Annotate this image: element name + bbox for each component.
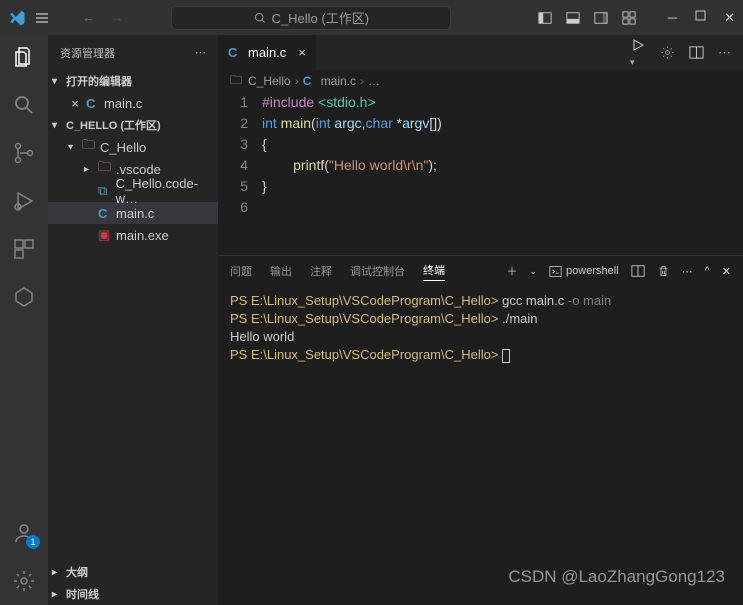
vscode-logo-icon [8,9,26,27]
folder-icon: 🗀 [98,158,112,180]
code-editor[interactable]: 123456 #include <stdio.h> int main(int a… [218,92,743,255]
nav-back-icon[interactable]: ← [82,10,95,25]
nav-forward-icon[interactable]: → [111,10,124,25]
panel-tab-comments[interactable]: 注释 [310,263,332,279]
run-icon[interactable]: ▾ [630,37,646,68]
split-editor-icon[interactable] [689,45,704,60]
breadcrumb[interactable]: 🗀 C_Hello › C main.c › … [218,70,743,92]
maximize-panel-icon[interactable]: ^ [705,265,710,277]
chevron-down-icon: ▾ [52,120,62,131]
chevron-down-icon: ▾ [52,76,62,87]
remote-icon[interactable] [12,285,36,309]
window-close-icon[interactable]: ✕ [724,10,735,26]
open-editor-item[interactable]: × C main.c [48,92,218,114]
file-row[interactable]: ▣ main.exe [48,224,218,246]
sidebar-title: 资源管理器 [60,45,115,61]
accounts-badge: 1 [26,535,40,549]
file-c-icon: C [98,206,112,221]
file-exe-icon: ▣ [98,227,112,243]
new-terminal-icon[interactable]: ＋ [506,263,517,279]
extensions-icon[interactable] [12,237,36,261]
editor-area: C main.c × ▾ ⋯ 🗀 C_Hello › C main.c › … … [218,35,743,605]
file-c-icon: C [228,45,242,60]
split-terminal-icon[interactable] [631,264,645,278]
file-row[interactable]: ⧉ C_Hello.code-w… [48,180,218,202]
file-code-icon: ⧉ [98,183,112,199]
menu-icon[interactable] [34,10,50,26]
shell-kind-icon[interactable]: powershell [549,265,619,278]
close-editor-icon[interactable]: × [68,96,82,111]
layout-sidebar-left-icon[interactable] [538,11,552,25]
timeline-section[interactable]: ▸ 时间线 [48,583,218,605]
layout-panel-icon[interactable] [566,11,580,25]
run-debug-icon[interactable] [12,189,36,213]
close-panel-icon[interactable]: ✕ [722,265,731,278]
sidebar-more-icon[interactable]: ⋯ [195,46,206,59]
line-number-gutter: 123456 [218,92,262,255]
close-tab-icon[interactable]: × [298,45,306,60]
outline-section[interactable]: ▸ 大纲 [48,561,218,583]
chevron-right-icon: ▸ [84,164,94,175]
folder-icon: 🗀 [230,71,244,92]
settings-icon[interactable] [660,45,675,60]
chevron-right-icon: ▸ [52,567,62,578]
settings-gear-icon[interactable] [12,569,36,593]
source-control-icon[interactable] [12,141,36,165]
editor-tab[interactable]: C main.c × [218,35,317,70]
panel-more-icon[interactable]: ⋯ [682,265,693,278]
code-lines[interactable]: #include <stdio.h> int main(int argc,cha… [262,92,743,255]
window-minimize-icon[interactable]: ─ [668,10,677,26]
terminal-cursor [502,349,510,363]
window-maximize-icon[interactable] [695,10,706,26]
panel-tab-debug[interactable]: 调试控制台 [350,263,405,279]
terminal-dropdown-icon[interactable]: ⌄ [529,266,537,277]
bottom-panel: 问题 输出 注释 调试控制台 终端 ＋ ⌄ powershell ⋯ ^ ✕ P… [218,255,743,605]
command-center-search[interactable]: C_Hello (工作区) [171,6,451,30]
more-actions-icon[interactable]: ⋯ [718,45,731,61]
chevron-down-icon: ▾ [68,142,78,153]
panel-tabs: 问题 输出 注释 调试控制台 终端 ＋ ⌄ powershell ⋯ ^ ✕ [218,256,743,286]
accounts-icon[interactable]: 1 [12,521,36,545]
titlebar: ← → C_Hello (工作区) ─ ✕ [0,0,743,35]
layout-sidebar-right-icon[interactable] [594,11,608,25]
folder-row[interactable]: ▾ 🗀 C_Hello [48,136,218,158]
chevron-right-icon: ▸ [52,589,62,600]
search-activity-icon[interactable] [12,93,36,117]
terminal[interactable]: PS E:\Linux_Setup\VSCodeProgram\C_Hello>… [218,286,743,605]
workspace-section[interactable]: ▾ C_HELLO (工作区) [48,114,218,136]
activity-bar: 1 [0,35,48,605]
chevron-right-icon: › [360,74,364,88]
file-c-icon: C [303,74,317,88]
layout-customize-icon[interactable] [622,11,636,25]
explorer-sidebar: 资源管理器 ⋯ ▾ 打开的编辑器 × C main.c ▾ C_HELLO (工… [48,35,218,605]
explorer-icon[interactable] [12,45,36,69]
panel-tab-terminal[interactable]: 终端 [423,262,445,281]
chevron-right-icon: › [295,74,299,88]
editor-tabs: C main.c × ▾ ⋯ [218,35,743,70]
kill-terminal-icon[interactable] [657,265,670,278]
panel-tab-output[interactable]: 输出 [270,263,292,279]
search-text: C_Hello (工作区) [272,8,370,27]
minimap[interactable] [693,92,743,255]
file-c-icon: C [86,96,100,111]
panel-tab-problems[interactable]: 问题 [230,263,252,279]
folder-icon: 🗀 [82,136,96,158]
open-editors-section[interactable]: ▾ 打开的编辑器 [48,70,218,92]
search-icon [254,12,266,24]
